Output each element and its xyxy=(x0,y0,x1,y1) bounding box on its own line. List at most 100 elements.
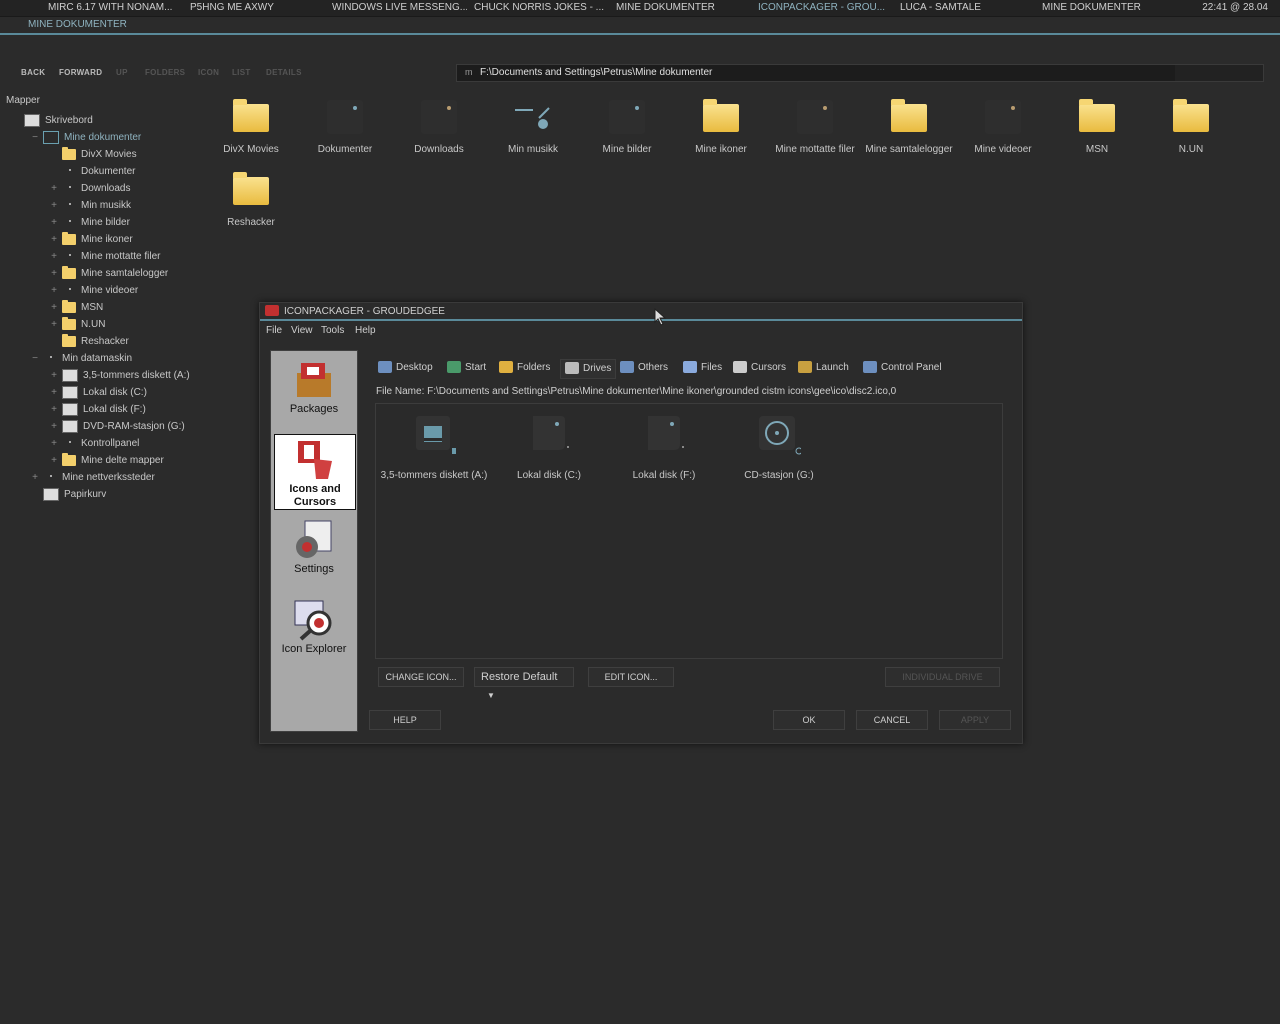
dialog-title-bar[interactable]: ICONPACKAGER - GROUDEDGEE xyxy=(260,303,1022,321)
expand-toggle[interactable]: + xyxy=(49,299,59,316)
folder-item[interactable]: DivX Movies xyxy=(206,98,296,155)
tab-files[interactable]: Files xyxy=(683,359,722,377)
tab-folders[interactable]: Folders xyxy=(499,359,550,377)
taskbar-button[interactable]: ICONPACKAGER - GROU... xyxy=(758,0,893,16)
tree-item[interactable]: + Min musikk xyxy=(51,197,131,214)
expand-toggle[interactable]: + xyxy=(49,418,59,435)
taskbar-button[interactable]: MINE DOKUMENTER xyxy=(616,0,751,16)
list-view-button[interactable]: LIST xyxy=(232,68,251,77)
edit-icon-button[interactable]: EDIT ICON... xyxy=(588,667,674,687)
apply-button[interactable]: APPLY xyxy=(939,710,1011,730)
tree-item[interactable]: Dokumenter xyxy=(62,163,135,180)
tree-item[interactable]: + Mine samtalelogger xyxy=(51,265,168,282)
drive-item-f[interactable]: Lokal disk (F:) xyxy=(609,414,719,482)
tree-item[interactable]: − Min datamaskin xyxy=(32,350,132,367)
details-view-button[interactable]: DETAILS xyxy=(266,68,302,77)
explorer-title-bar[interactable]: MINE DOKUMENTER xyxy=(0,17,1280,35)
folder-item[interactable]: Downloads xyxy=(394,98,484,155)
tree-item[interactable]: DivX Movies xyxy=(62,146,137,163)
tree-item[interactable]: + Mine delte mapper xyxy=(51,452,164,469)
taskbar-button[interactable]: MIRC 6.17 WITH NONAM... xyxy=(48,0,183,16)
help-button[interactable]: HELP xyxy=(369,710,441,730)
sidebar-packages[interactable]: Packages xyxy=(274,355,354,425)
taskbar-button[interactable]: CHUCK NORRIS JOKES - ... xyxy=(474,0,609,16)
taskbar-button[interactable]: P5HNG ME AXWY xyxy=(190,0,325,16)
tab-start[interactable]: Start xyxy=(447,359,486,377)
back-button[interactable]: BACK xyxy=(21,68,45,77)
expand-toggle[interactable]: + xyxy=(49,265,59,282)
sidebar-settings[interactable]: Settings xyxy=(274,515,354,585)
address-bar[interactable]: m F:\Documents and Settings\Petrus\Mine … xyxy=(456,64,1264,82)
expand-toggle[interactable]: + xyxy=(49,197,59,214)
taskbar-button[interactable]: WINDOWS LIVE MESSENG... xyxy=(332,0,467,16)
expand-toggle[interactable]: + xyxy=(49,367,59,384)
expand-toggle[interactable]: + xyxy=(49,401,59,418)
folder-item[interactable]: Mine videoer xyxy=(958,98,1048,155)
menu-help[interactable]: Help xyxy=(355,325,376,336)
folder-item[interactable]: Reshacker xyxy=(206,171,296,228)
menu-view[interactable]: View xyxy=(291,325,313,336)
tree-item[interactable]: + DVD-RAM-stasjon (G:) xyxy=(51,418,185,435)
tree-item[interactable]: +3,5-tommers diskett (A:) xyxy=(51,367,190,384)
expand-toggle[interactable]: + xyxy=(49,384,59,401)
expand-toggle[interactable]: + xyxy=(49,316,59,333)
tree-item[interactable]: + Kontrollpanel xyxy=(51,435,139,452)
tree-item[interactable]: + N.UN xyxy=(51,316,105,333)
expand-toggle[interactable]: − xyxy=(30,350,40,367)
folder-item[interactable]: Mine bilder xyxy=(582,98,672,155)
tab-desktop[interactable]: Desktop xyxy=(378,359,433,377)
drive-item-c[interactable]: Lokal disk (C:) xyxy=(494,414,604,482)
taskbar-button[interactable]: LUCA - SAMTALE xyxy=(900,0,1035,16)
cancel-button[interactable]: CANCEL xyxy=(856,710,928,730)
tab-drives[interactable]: Drives xyxy=(560,359,617,379)
tab-control-panel[interactable]: Control Panel xyxy=(863,359,942,377)
tab-others[interactable]: Others xyxy=(620,359,668,377)
tree-item[interactable]: Skrivebord xyxy=(24,112,93,129)
tab-launch[interactable]: Launch xyxy=(798,359,849,377)
tree-item[interactable]: + Mine mottatte filer xyxy=(51,248,160,265)
menu-tools[interactable]: Tools xyxy=(321,325,344,336)
change-icon-button[interactable]: CHANGE ICON... xyxy=(378,667,464,687)
tree-item[interactable]: + MSN xyxy=(51,299,103,316)
tree-item[interactable]: + Mine nettverkssteder xyxy=(32,469,155,486)
tab-cursors[interactable]: Cursors xyxy=(733,359,786,377)
tree-item[interactable]: + Mine bilder xyxy=(51,214,130,231)
sidebar-icon-explorer[interactable]: Icon Explorer xyxy=(274,595,354,665)
folder-item[interactable]: Min musikk xyxy=(488,98,578,155)
expand-toggle[interactable]: + xyxy=(30,469,40,486)
individual-drive-button[interactable]: INDIVIDUAL DRIVE xyxy=(885,667,1000,687)
tree-item[interactable]: + Mine videoer xyxy=(51,282,138,299)
tree-item[interactable]: + Lokal disk (C:) xyxy=(51,384,147,401)
restore-default-dropdown[interactable]: Restore Default ▼ xyxy=(474,667,574,700)
tree-item[interactable]: + Mine ikoner xyxy=(51,231,133,248)
drive-item-a[interactable]: 3,5-tommers diskett (A:) xyxy=(379,414,489,482)
taskbar-button[interactable]: MINE DOKUMENTER xyxy=(1042,0,1177,16)
expand-toggle[interactable]: − xyxy=(30,129,40,146)
folder-item[interactable]: Mine mottatte filer xyxy=(770,98,860,155)
expand-toggle[interactable]: + xyxy=(49,231,59,248)
folder-item[interactable]: Dokumenter xyxy=(300,98,390,155)
folder-item[interactable]: N.UN xyxy=(1146,98,1236,155)
folders-button[interactable]: FOLDERS xyxy=(145,68,185,77)
menu-file[interactable]: File xyxy=(266,325,282,336)
tree-item[interactable]: − Mine dokumenter xyxy=(32,129,141,146)
expand-toggle[interactable]: + xyxy=(49,214,59,231)
drive-item-g[interactable]: CD-stasjon (G:) xyxy=(724,414,834,482)
expand-toggle[interactable]: + xyxy=(49,452,59,469)
folder-item[interactable]: Mine samtalelogger xyxy=(864,98,954,155)
tree-item[interactable]: Papirkurv xyxy=(43,486,106,503)
expand-toggle[interactable]: + xyxy=(49,180,59,197)
tree-item[interactable]: + Downloads xyxy=(51,180,130,197)
tree-item[interactable]: Reshacker xyxy=(62,333,129,350)
folder-item[interactable]: Mine ikoner xyxy=(676,98,766,155)
icon-view-button[interactable]: ICON xyxy=(198,68,219,77)
ok-button[interactable]: OK xyxy=(773,710,845,730)
tree-item[interactable]: + Lokal disk (F:) xyxy=(51,401,146,418)
expand-toggle[interactable]: + xyxy=(49,282,59,299)
forward-button[interactable]: FORWARD xyxy=(59,68,102,77)
expand-toggle[interactable]: + xyxy=(49,248,59,265)
up-button[interactable]: UP xyxy=(116,68,128,77)
sidebar-icons-and-cursors[interactable]: Icons and Cursors xyxy=(274,434,356,510)
folder-item[interactable]: MSN xyxy=(1052,98,1142,155)
expand-toggle[interactable]: + xyxy=(49,435,59,452)
